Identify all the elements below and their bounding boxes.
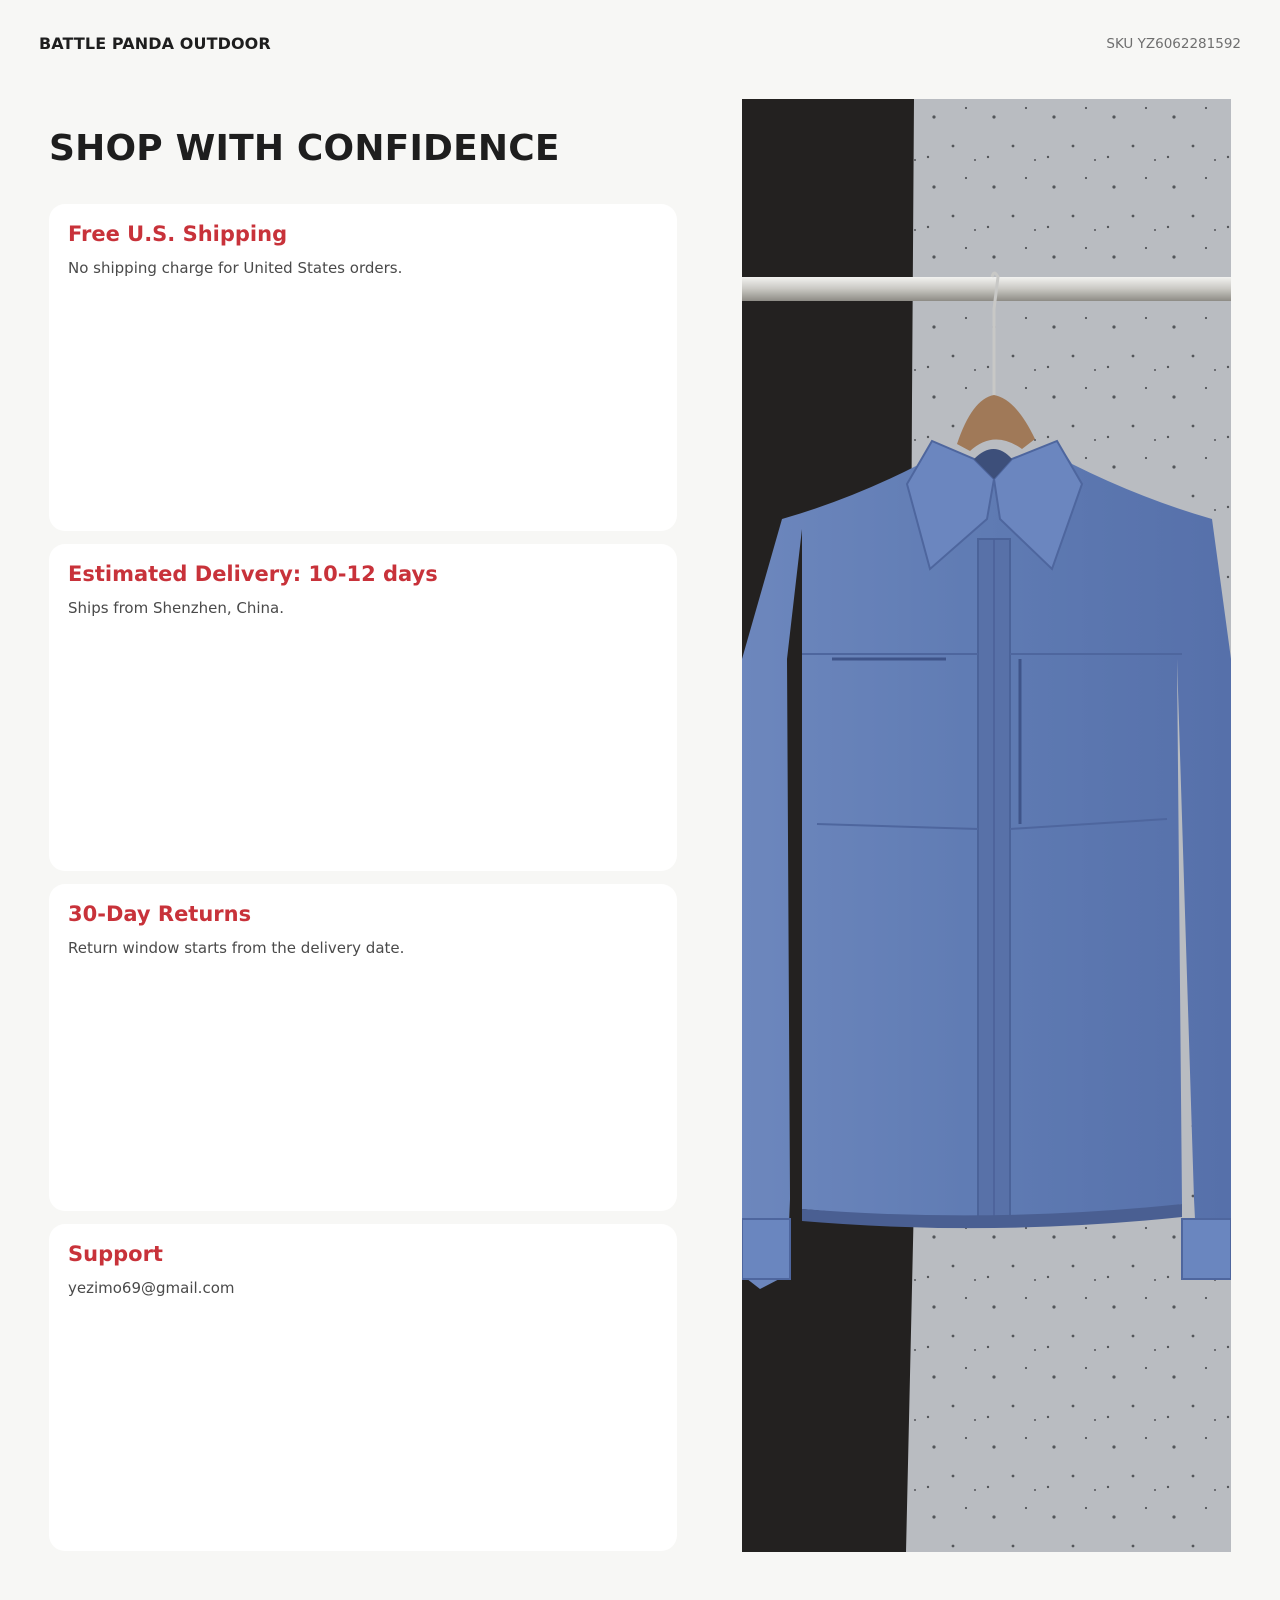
card-support: Support yezimo69@gmail.com bbox=[49, 1224, 677, 1551]
page-title: SHOP WITH CONFIDENCE bbox=[49, 128, 560, 169]
brand-name: BATTLE PANDA OUTDOOR bbox=[39, 34, 271, 53]
card-title: Support bbox=[68, 1242, 163, 1266]
card-title: 30-Day Returns bbox=[68, 902, 252, 926]
card-text: Return window starts from the delivery d… bbox=[68, 939, 405, 957]
card-text: Ships from Shenzhen, China. bbox=[68, 599, 285, 617]
card-text: No shipping charge for United States ord… bbox=[68, 259, 403, 277]
sku-label: SKU YZ6062281592 bbox=[1106, 36, 1241, 52]
shirt-jacket-photo-icon bbox=[742, 99, 1231, 1552]
card-returns: 30-Day Returns Return window starts from… bbox=[49, 884, 677, 1211]
card-shipping: Free U.S. Shipping No shipping charge fo… bbox=[49, 204, 677, 531]
page: BATTLE PANDA OUTDOOR SKU YZ6062281592 SH… bbox=[0, 0, 1280, 1600]
card-delivery: Estimated Delivery: 10-12 days Ships fro… bbox=[49, 544, 677, 871]
support-email: yezimo69@gmail.com bbox=[68, 1279, 235, 1297]
product-photo bbox=[742, 99, 1231, 1552]
card-title: Estimated Delivery: 10-12 days bbox=[68, 562, 438, 586]
info-cards: Free U.S. Shipping No shipping charge fo… bbox=[49, 204, 677, 1564]
card-title: Free U.S. Shipping bbox=[68, 222, 288, 246]
